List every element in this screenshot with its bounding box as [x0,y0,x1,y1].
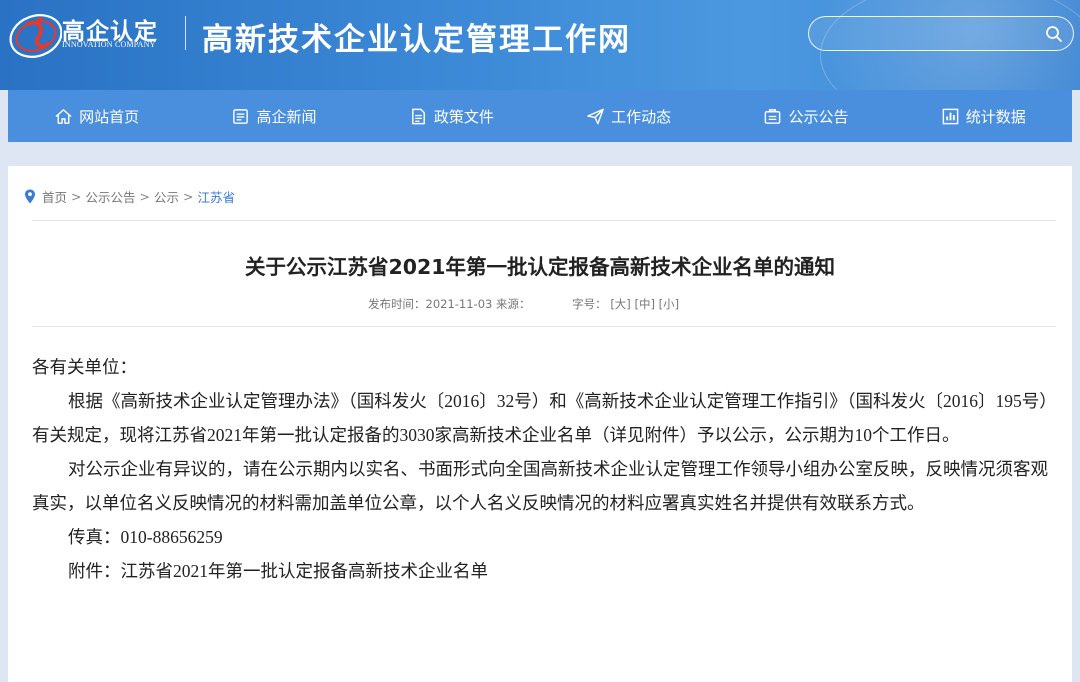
nav-item-label: 公示公告 [788,107,849,126]
nav-item-label: 工作动态 [611,107,672,126]
paragraph: 根据《高新技术企业认定管理办法》（国科发火〔2016〕32号）和《高新技术企业认… [32,391,1048,445]
source-label: 来源： [496,297,531,311]
notice-icon [765,108,781,124]
home-icon [55,108,72,124]
breadcrumb: 首页 > 公示公告 > 公示 > 江苏省 [24,186,235,206]
divider [32,220,1056,221]
nav-item-label: 网站首页 [79,107,140,126]
nav-item-notice[interactable]: 公示公告 [717,90,894,142]
nav-item-work-news[interactable]: 工作动态 [540,90,717,142]
font-size-medium-button[interactable]: [中] [634,297,654,311]
fax-line: 传真：010-88656259 [68,527,223,547]
article-meta: 发布时间：2021-11-03 来源： 字号： [大] [中] [小] [368,296,679,312]
publish-date: 2021-11-03 [425,297,493,311]
article-container: 首页 > 公示公告 > 公示 > 江苏省 关于公示江苏省2021年第一批认定报备… [8,166,1072,682]
chart-icon [942,108,959,124]
font-size-large-button[interactable]: [大] [610,297,630,311]
nav-item-label: 高企新闻 [256,107,317,126]
nav-item-statistics[interactable]: 统计数据 [895,90,1072,142]
breadcrumb-home-link[interactable]: 首页 [42,187,67,206]
nav-item-news[interactable]: 高企新闻 [185,90,362,142]
breadcrumb-separator: > [71,188,82,204]
header-divider [185,16,186,50]
send-icon [587,108,604,124]
article-title: 关于公示江苏省2021年第一批认定报备高新技术企业名单的通知 [244,255,836,279]
news-icon [233,108,249,124]
nav-item-home[interactable]: 网站首页 [8,90,185,142]
attachment-link[interactable]: 附件：江苏省2021年第一批认定报备高新技术企业名单 [32,554,1056,588]
site-header: 高企认定 INNOVATION COMPANY 高新技术企业认定管理工作网 [0,0,1080,90]
paragraph: 对公示企业有异议的，请在公示期内以实名、书面形式向全国高新技术企业认定管理工作领… [32,459,1048,513]
logo-icon[interactable] [6,8,62,60]
search-input[interactable] [823,24,1033,44]
font-size-label: 字号： [572,297,607,311]
site-title: 高新技术企业认定管理工作网 [202,22,631,58]
document-icon [411,108,425,124]
breadcrumb-notice-link[interactable]: 公示公告 [86,187,136,206]
search-box[interactable] [808,16,1074,51]
location-pin-icon [25,189,35,203]
breadcrumb-publicity-link[interactable]: 公示 [154,187,179,206]
nav-item-label: 统计数据 [965,107,1026,126]
nav-item-label: 政策文件 [433,107,494,126]
greeting: 各有关单位： [32,357,137,377]
font-size-small-button[interactable]: [小] [659,297,679,311]
divider [32,326,1056,327]
main-nav: 网站首页 高企新闻 政策文件 工作动态 公示公告 统计数据 [8,90,1072,142]
nav-item-policy[interactable]: 政策文件 [363,90,540,142]
article-body: 各有关单位： 根据《高新技术企业认定管理办法》（国科发火〔2016〕32号）和《… [32,350,1056,588]
publish-label: 发布时间： [368,297,426,311]
breadcrumb-separator: > [139,188,150,204]
logo-subtext: INNOVATION COMPANY [62,40,156,49]
search-icon[interactable] [1045,25,1063,43]
breadcrumb-current[interactable]: 江苏省 [198,187,236,206]
breadcrumb-separator: > [183,188,194,204]
